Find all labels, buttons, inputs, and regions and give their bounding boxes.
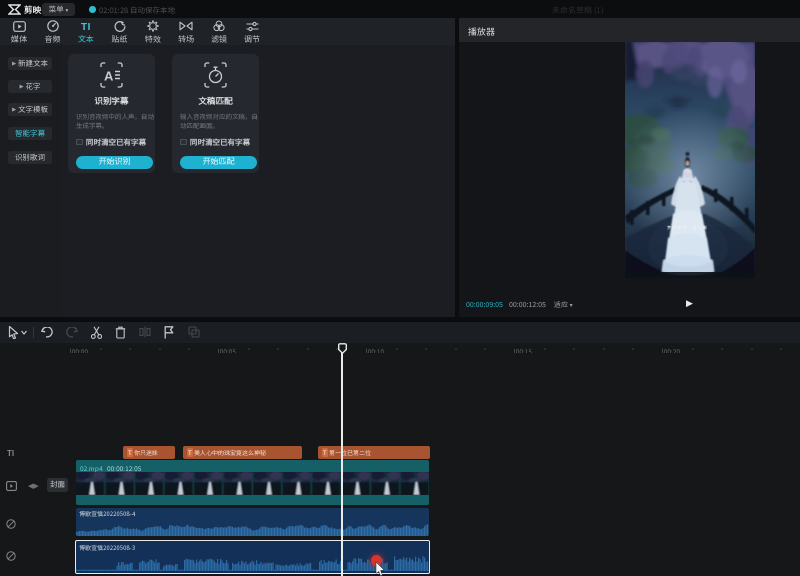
svg-text:A: A bbox=[104, 66, 114, 85]
svg-text:梦 回 奇 缘 · 第 二 集: 梦 回 奇 缘 · 第 二 集 bbox=[667, 225, 708, 231]
